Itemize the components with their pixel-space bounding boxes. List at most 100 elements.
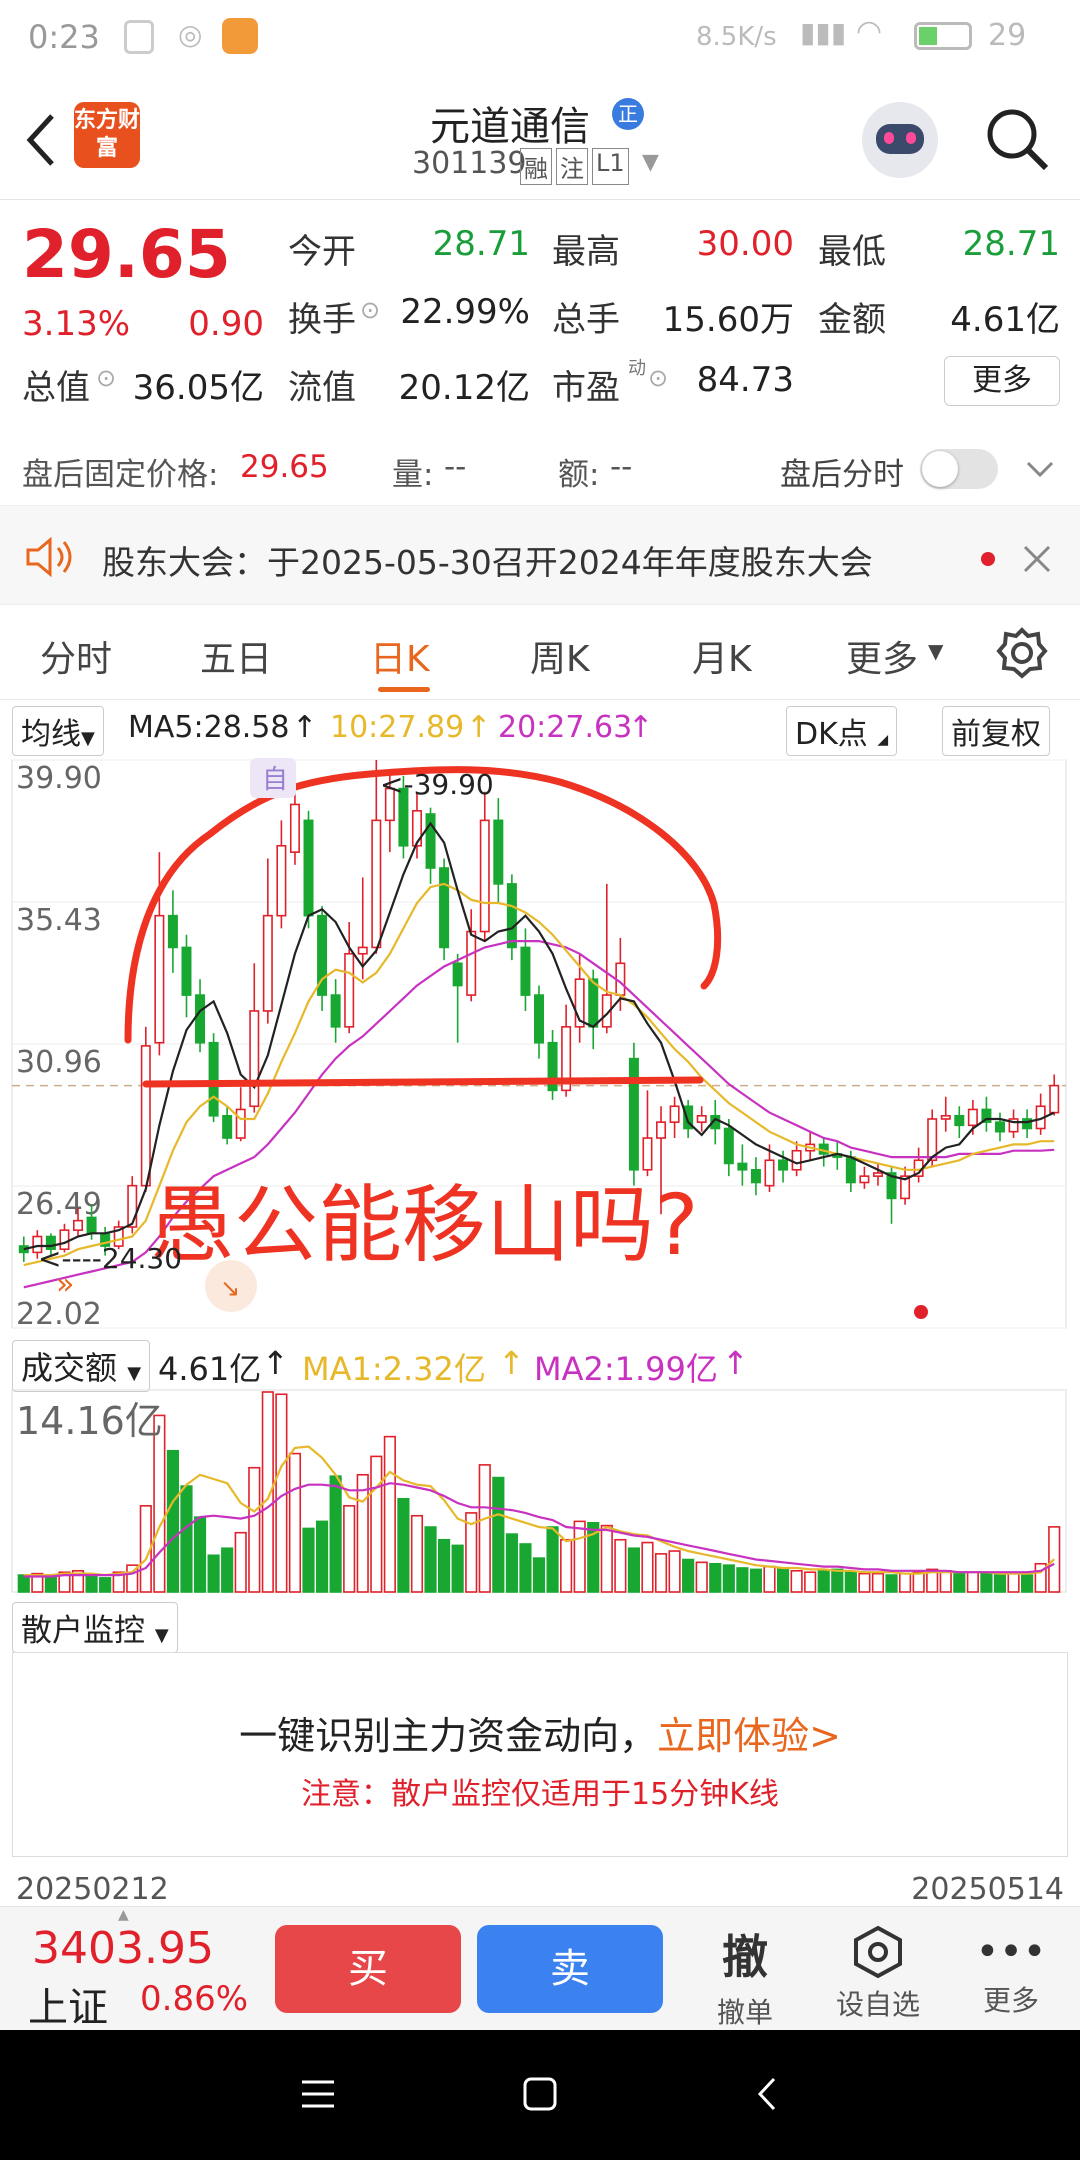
- volume-y-tick: 14.16亿: [16, 1399, 163, 1443]
- back-nav-icon[interactable]: [752, 2076, 782, 2112]
- volume-chart[interactable]: 14.16亿: [0, 1388, 1080, 1598]
- volume-bar: [790, 1570, 803, 1593]
- gear-icon[interactable]: [996, 627, 1048, 679]
- volume-ma2: MA2:1.99亿: [534, 1350, 718, 1388]
- tab-timeshare[interactable]: 分时: [40, 630, 112, 682]
- volume-bar: [519, 1543, 532, 1593]
- tab-monthly-k[interactable]: 月K: [692, 630, 752, 682]
- candle-body: [872, 1172, 883, 1177]
- volume-bar: [871, 1572, 885, 1593]
- zoom-handle-icon: ↘: [220, 1274, 240, 1302]
- more-quote-button[interactable]: 更多: [944, 356, 1060, 406]
- volume-chart-area[interactable]: 14.16亿: [0, 1388, 1080, 1598]
- tag-registered: 注: [556, 148, 588, 185]
- tab-weekly-k[interactable]: 周K: [530, 630, 590, 682]
- monitor-note: 注意：散户监控仅适用于15分钟K线: [301, 1777, 779, 1812]
- after-hours-bar: 盘后固定价格: 29.65 量: -- 额: -- 盘后分时: [0, 435, 1080, 505]
- turnover-info-icon[interactable]: ⊙: [360, 296, 380, 324]
- close-icon[interactable]: [1022, 544, 1052, 574]
- tab-more[interactable]: 更多: [846, 630, 918, 682]
- market-cap-value: 36.05亿: [132, 368, 264, 408]
- candle-body: [73, 1219, 84, 1231]
- menu-icon[interactable]: [300, 2076, 336, 2112]
- candle-body: [222, 1114, 233, 1139]
- volume-bar: [532, 1557, 546, 1593]
- message-icon: ◎: [178, 18, 203, 51]
- volume-bar: [99, 1577, 112, 1593]
- stock-code: 301139: [412, 146, 527, 181]
- volume-bar: [763, 1565, 776, 1593]
- kline-chart-area[interactable]: 39.90 35.43 30.96 26.49 22.02 愚公能移山吗? <-39.90 <…: [0, 754, 1080, 1334]
- date-end: 20250514: [911, 1872, 1064, 1907]
- after-hours-toggle[interactable]: [920, 449, 998, 489]
- candle-body: [276, 844, 287, 917]
- ma-selector[interactable]: 均线▼: [12, 706, 104, 756]
- volume-bar: [953, 1572, 966, 1593]
- candle-body: [967, 1108, 978, 1127]
- more-button[interactable]: ••• 更多: [966, 1925, 1056, 2019]
- candle-body: [479, 819, 490, 933]
- annotation-baseline: [142, 1076, 704, 1088]
- tab-daily-k[interactable]: 日K: [370, 630, 430, 682]
- volume-bar: [329, 1475, 342, 1593]
- system-nav-bar: [0, 2030, 1080, 2160]
- assistant-avatar[interactable]: [862, 102, 938, 178]
- monitor-selector[interactable]: 散户监控 ▼: [12, 1602, 178, 1653]
- stock-type-badge: 正: [612, 98, 644, 130]
- volume-bar: [804, 1571, 817, 1593]
- after-hours-amt-value: --: [610, 449, 633, 485]
- notification-icon: [124, 20, 154, 54]
- volume-bar: [709, 1562, 722, 1593]
- index-value[interactable]: 3403.95: [32, 1923, 214, 1974]
- app-logo[interactable]: 东方财富: [74, 102, 140, 168]
- index-expand-icon[interactable]: ▲: [118, 1907, 129, 1923]
- after-hours-label: 盘后固定价格:: [22, 457, 219, 493]
- tags-dropdown-icon[interactable]: ▼: [642, 150, 659, 175]
- ma10-value: 10:27.89: [330, 710, 465, 745]
- volume-value: 15.60万: [662, 300, 794, 340]
- monitor-panel[interactable]: 一键识别主力资金动向，立即体验> 注意：散户监控仅适用于15分钟K线: [12, 1652, 1068, 1857]
- ma20-arrow: ↑: [628, 710, 654, 745]
- volume-bar: [438, 1538, 451, 1593]
- candle-body: [249, 1010, 260, 1108]
- volume-ma2-arrow: ↑: [722, 1344, 749, 1382]
- stock-header: 东方财富 元道通信 正 301139 融 注 L1 ▼: [0, 80, 1080, 200]
- ma-selector-label: 均线: [21, 717, 81, 752]
- volume-bar: [831, 1568, 844, 1593]
- sell-button[interactable]: 卖: [477, 1925, 663, 2013]
- add-favorite-button[interactable]: 设自选: [826, 1925, 930, 2023]
- candle-body: [791, 1149, 802, 1171]
- index-change: 0.86%: [140, 1979, 249, 2019]
- candle-body: [656, 1121, 667, 1139]
- candle-body: [357, 946, 368, 955]
- dk-point-button[interactable]: DK点 ◢: [786, 706, 898, 756]
- candle-body: [330, 994, 341, 1028]
- market-cap-info-icon[interactable]: ⊙: [96, 364, 116, 392]
- monitor-try-link[interactable]: 立即体验>: [657, 1714, 841, 1758]
- cancel-order-button[interactable]: 撤 撤单: [700, 1921, 790, 2031]
- adjust-button[interactable]: 前复权: [942, 706, 1050, 756]
- quote-panel: 29.65 3.13% 0.90 今开 28.71 最高 30.00 最低 28…: [0, 200, 1080, 415]
- kline-chart[interactable]: 39.9035.4330.9626.4922.02愚公能移山吗?<-39.90<…: [0, 754, 1080, 1334]
- candle-body: [1049, 1084, 1060, 1114]
- market-cap-label: 总值: [22, 368, 90, 408]
- notice-bar[interactable]: 股东大会：于2025-05-30召开2024年年度股东大会: [0, 505, 1080, 605]
- back-icon[interactable]: [20, 110, 60, 170]
- volume-bar: [654, 1553, 668, 1593]
- home-icon[interactable]: [522, 2076, 558, 2112]
- chevron-down-icon[interactable]: [1024, 459, 1056, 481]
- tab-five-day[interactable]: 五日: [200, 630, 272, 682]
- buy-button[interactable]: 买: [275, 1925, 461, 2013]
- candle-body: [371, 819, 382, 949]
- ma5-arrow: ↑: [292, 710, 318, 745]
- search-icon[interactable]: [984, 106, 1052, 174]
- ma-selector-arrow-icon: ▼: [81, 728, 95, 749]
- annotation-text: 愚公能移山吗?: [150, 1176, 699, 1274]
- candle-body: [520, 946, 531, 996]
- candle-body: [303, 819, 314, 917]
- volume-selector[interactable]: 成交额 ▼: [12, 1340, 151, 1392]
- volume-arrow: ↑: [262, 1344, 289, 1382]
- volume-bar: [736, 1567, 749, 1593]
- tag-margin: 融: [520, 148, 552, 185]
- candle-body: [859, 1175, 870, 1184]
